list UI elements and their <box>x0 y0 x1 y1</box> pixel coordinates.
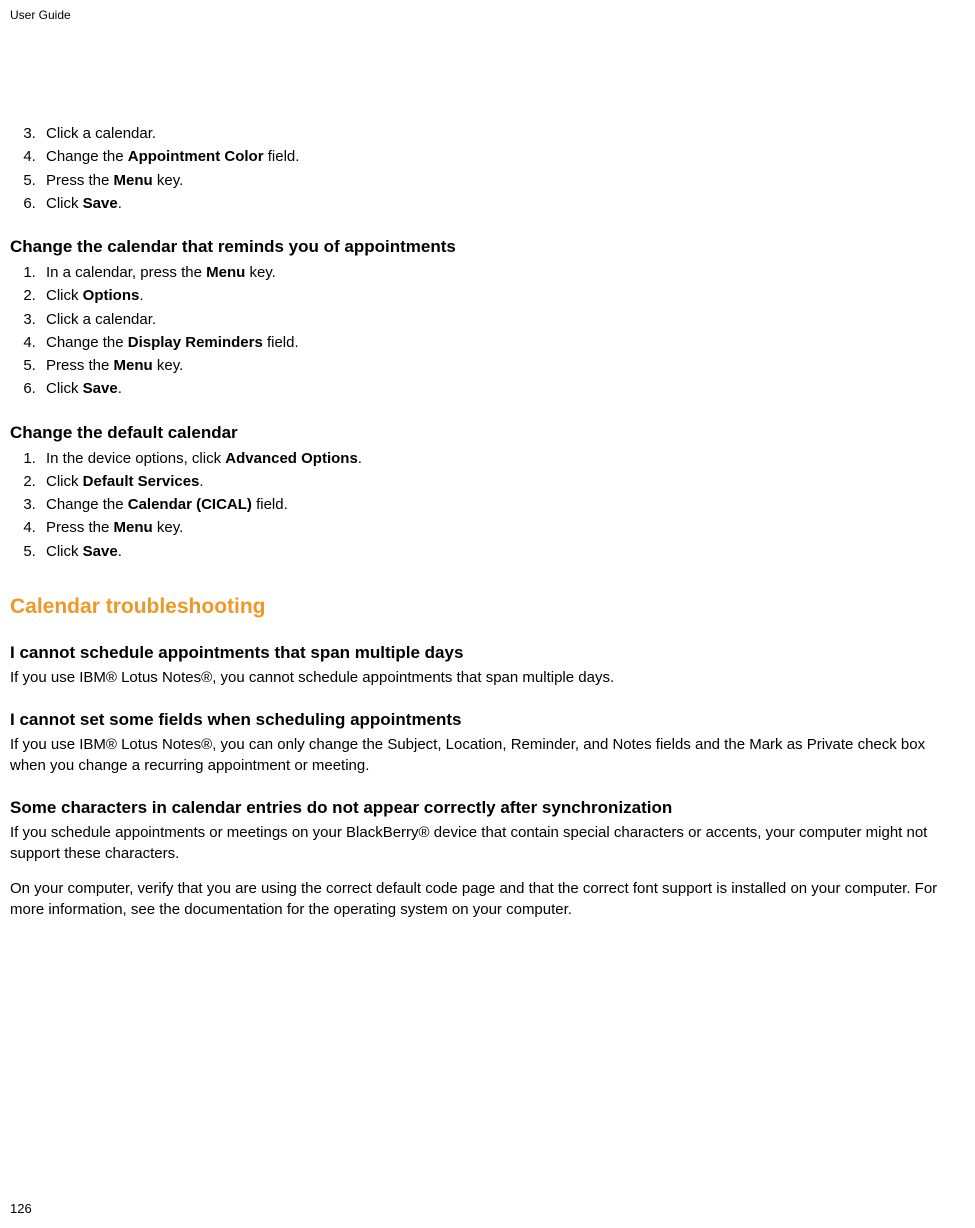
step-item: In the device options, click Advanced Op… <box>40 447 965 470</box>
step-item: Click Save. <box>40 192 965 215</box>
page: User Guide Click a calendar.Change the A… <box>0 0 975 1228</box>
heading-change-reminder-calendar: Change the calendar that reminds you of … <box>10 237 965 257</box>
para-cannot-span-days: If you use IBM® Lotus Notes®, you cannot… <box>10 667 965 688</box>
para-characters-sync-1: If you schedule appointments or meetings… <box>10 822 965 864</box>
step-item: Change the Calendar (CICAL) field. <box>40 493 965 516</box>
steps-list-c: In the device options, click Advanced Op… <box>10 447 965 563</box>
step-item: Change the Appointment Color field. <box>40 145 965 168</box>
step-item: Change the Display Reminders field. <box>40 331 965 354</box>
step-item: Press the Menu key. <box>40 169 965 192</box>
step-item: Click Default Services. <box>40 470 965 493</box>
para-characters-sync-2: On your computer, verify that you are us… <box>10 878 965 920</box>
content: Click a calendar.Change the Appointment … <box>10 122 965 920</box>
step-item: Click a calendar. <box>40 122 965 145</box>
steps-list-b: In a calendar, press the Menu key.Click … <box>10 261 965 401</box>
step-item: Press the Menu key. <box>40 516 965 539</box>
page-header: User Guide <box>10 8 965 22</box>
heading-cannot-set-fields: I cannot set some fields when scheduling… <box>10 710 965 730</box>
heading-calendar-troubleshooting: Calendar troubleshooting <box>10 595 965 619</box>
heading-cannot-span-days: I cannot schedule appointments that span… <box>10 643 965 663</box>
steps-list-a: Click a calendar.Change the Appointment … <box>10 122 965 215</box>
step-item: Click Save. <box>40 540 965 563</box>
step-item: Press the Menu key. <box>40 354 965 377</box>
step-item: Click Save. <box>40 377 965 400</box>
para-cannot-set-fields: If you use IBM® Lotus Notes®, you can on… <box>10 734 965 776</box>
step-item: Click a calendar. <box>40 308 965 331</box>
step-item: Click Options. <box>40 284 965 307</box>
page-number: 126 <box>10 1201 32 1216</box>
step-item: In a calendar, press the Menu key. <box>40 261 965 284</box>
header-title: User Guide <box>10 8 71 22</box>
heading-characters-sync: Some characters in calendar entries do n… <box>10 798 965 818</box>
heading-change-default-calendar: Change the default calendar <box>10 423 965 443</box>
